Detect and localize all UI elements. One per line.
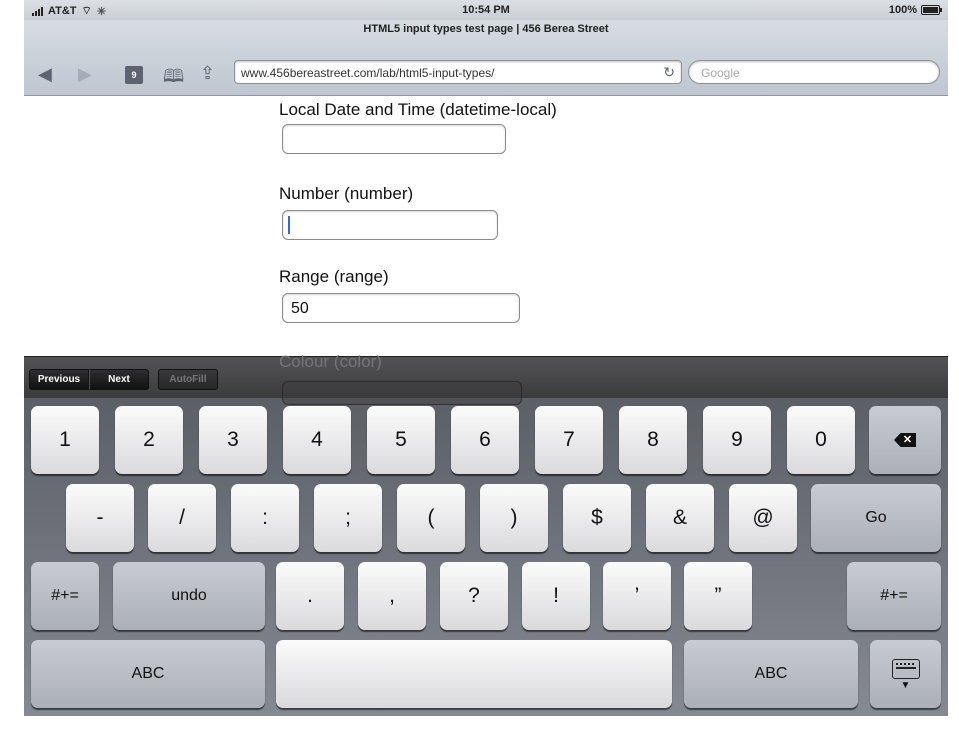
key-colon[interactable]: :: [231, 484, 299, 552]
next-button[interactable]: Next: [89, 369, 149, 390]
colour-input[interactable]: [282, 381, 522, 405]
key-6[interactable]: 6: [451, 406, 519, 474]
autofill-button[interactable]: AutoFill: [158, 369, 218, 390]
range-label: Range (range): [279, 267, 389, 286]
more-symbols-key-right[interactable]: #+=: [847, 562, 941, 630]
key-5[interactable]: 5: [367, 406, 435, 474]
key-4[interactable]: 4: [283, 406, 351, 474]
key-semicolon[interactable]: ;: [314, 484, 382, 552]
forward-button[interactable]: ▶: [78, 65, 92, 83]
battery-percent: 100%: [888, 4, 917, 16]
space-key[interactable]: [276, 640, 672, 708]
key-dollar[interactable]: $: [563, 484, 631, 552]
number-label: Number (number): [279, 184, 414, 203]
key-7[interactable]: 7: [535, 406, 603, 474]
browser-toolbar: HTML5 input types test page | 456 Berea …: [24, 20, 948, 96]
key-ampersand[interactable]: &: [646, 484, 714, 552]
previous-button[interactable]: Previous: [29, 369, 89, 390]
key-close-paren[interactable]: ): [480, 484, 548, 552]
number-input[interactable]: [282, 210, 498, 240]
status-bar: AT&T ⌔ ✳ 10:54 PM 100%: [24, 0, 948, 20]
key-comma[interactable]: ,: [358, 562, 426, 630]
key-0[interactable]: 0: [787, 406, 855, 474]
key-dash[interactable]: -: [66, 484, 134, 552]
key-apostrophe[interactable]: ’: [603, 562, 671, 630]
bookmarks-icon[interactable]: 🕮: [163, 64, 184, 94]
text-caret: [288, 216, 290, 234]
key-quote[interactable]: ”: [684, 562, 752, 630]
key-9[interactable]: 9: [703, 406, 771, 474]
key-question[interactable]: ?: [440, 562, 508, 630]
back-button[interactable]: ◀: [38, 65, 52, 83]
address-bar[interactable]: www.456bereastreet.com/lab/html5-input-t…: [234, 60, 682, 84]
battery-icon: [921, 5, 942, 15]
ipad-screen: AT&T ⌔ ✳ 10:54 PM 100% HTML5 input types…: [24, 0, 948, 716]
page-title: HTML5 input types test page | 456 Berea …: [363, 23, 609, 35]
key-3[interactable]: 3: [199, 406, 267, 474]
page-content: Local Date and Time (datetime-local) Num…: [24, 96, 948, 366]
colour-label: Colour (color): [279, 352, 382, 371]
abc-key-left[interactable]: ABC: [31, 640, 265, 708]
key-slash[interactable]: /: [148, 484, 216, 552]
numeric-keyboard: 1 2 3 4 5 6 7 8 9 0 ✕ - / : ; ( ) $ & @ …: [24, 398, 948, 716]
search-field[interactable]: Google: [688, 60, 940, 84]
hide-keyboard-key[interactable]: [870, 640, 941, 708]
key-exclamation[interactable]: !: [522, 562, 590, 630]
undo-key[interactable]: undo: [113, 562, 265, 630]
more-symbols-key-left[interactable]: #+=: [31, 562, 99, 630]
share-icon[interactable]: ⇪: [200, 63, 215, 84]
tabs-icon[interactable]: 9: [125, 66, 143, 84]
url-text: www.456bereastreet.com/lab/html5-input-t…: [241, 66, 495, 80]
key-8[interactable]: 8: [619, 406, 687, 474]
datetime-local-label: Local Date and Time (datetime-local): [279, 100, 557, 119]
datetime-local-input[interactable]: [282, 124, 506, 154]
delete-key[interactable]: ✕: [869, 406, 941, 474]
delete-icon: ✕: [894, 433, 916, 447]
hide-keyboard-icon: [891, 659, 920, 691]
key-period[interactable]: .: [276, 562, 344, 630]
key-at[interactable]: @: [729, 484, 797, 552]
search-placeholder: Google: [701, 66, 740, 80]
abc-key-right[interactable]: ABC: [684, 640, 858, 708]
key-open-paren[interactable]: (: [397, 484, 465, 552]
reload-icon[interactable]: ↻: [663, 64, 675, 81]
key-2[interactable]: 2: [115, 406, 183, 474]
status-time: 10:54 PM: [462, 4, 510, 16]
status-right: 100%: [888, 4, 942, 16]
key-1[interactable]: 1: [31, 406, 99, 474]
go-key[interactable]: Go: [811, 484, 941, 552]
range-input[interactable]: 50: [282, 293, 520, 323]
